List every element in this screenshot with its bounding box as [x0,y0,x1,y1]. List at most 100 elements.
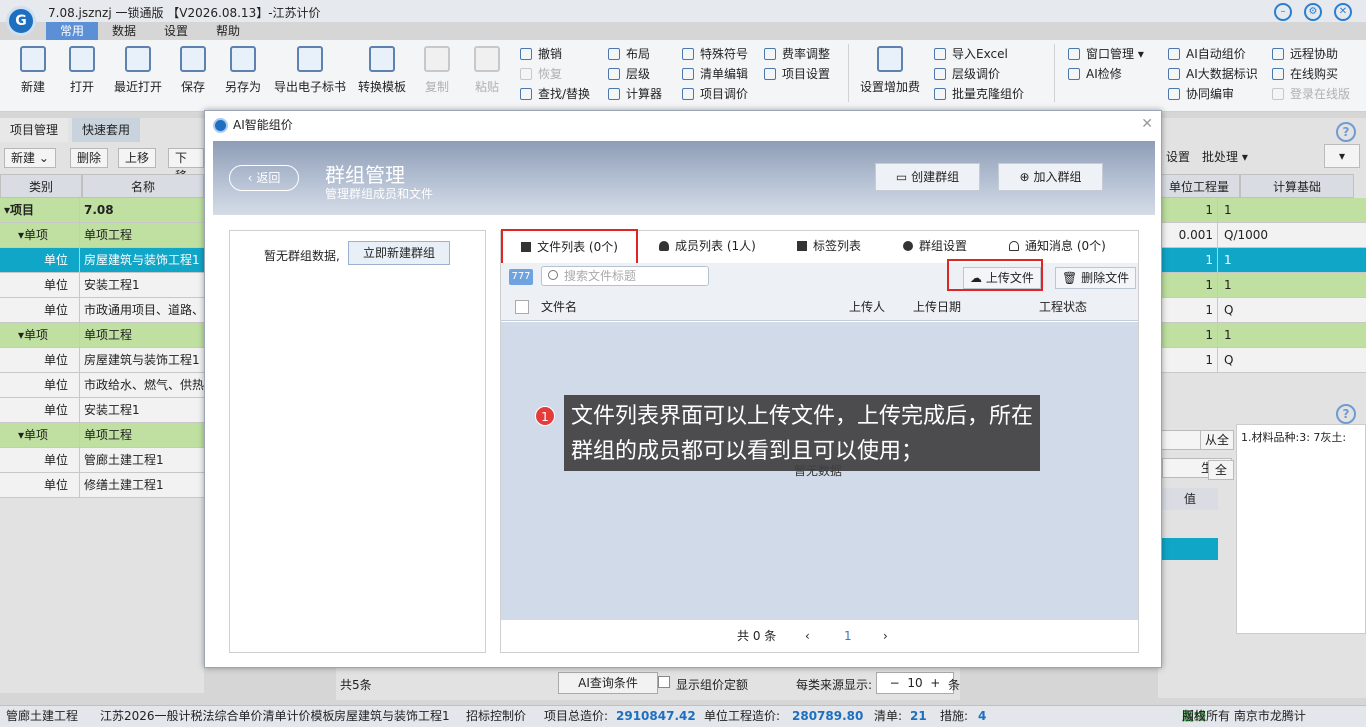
all-button[interactable]: 全 [1208,460,1234,480]
settings-link[interactable]: 设置 [1166,148,1190,165]
show-price-checkbox[interactable] [658,676,670,688]
pager-page-1[interactable]: 1 [844,620,852,652]
project-price-adjust-button[interactable]: 项目调价 [682,84,748,104]
ai-auto-price-button[interactable]: AI自动组价 [1168,44,1258,64]
table-row[interactable]: ▾单项 单项工程 [0,423,204,448]
delete-button[interactable]: 删除 [70,148,109,168]
ai-query-button[interactable]: AI查询条件 [558,672,658,694]
online-group: 远程协助 在线购买 登录在线版 [1272,44,1350,104]
file-list-header: 文件名 上传人 上传日期 工程状态 [501,293,1138,321]
from-all-button[interactable]: 从全 [1200,430,1234,450]
recent-button[interactable]: 最近打开 [110,46,166,95]
per-source-suffix: 条 [948,678,961,692]
table-row[interactable]: 11 [1158,198,1366,223]
table-row[interactable]: 单位 市政通用项目、道路、 [0,298,204,323]
table-row[interactable]: 单位 房屋建筑与装饰工程1 [0,248,204,273]
search-input[interactable]: 搜索文件标题 [541,266,709,286]
tab-bangzhu[interactable]: 帮助 [202,22,254,40]
tab-tag-list[interactable]: 标签列表 [797,231,861,261]
table-row[interactable]: 11 [1158,248,1366,273]
list-edit-button[interactable]: 清单编辑 [682,64,748,84]
new-button[interactable]: 新建 [9,46,57,95]
level-price-adjust-button[interactable]: 层级调价 [934,64,1024,84]
new-dropdown-button[interactable]: 新建 ⌄ [4,148,56,168]
table-row[interactable]: ▾单项 单项工程 [0,323,204,348]
tab-member-list[interactable]: 成员列表 (1人) [659,231,756,261]
batch-clone-button[interactable]: 批量克隆组价 [934,84,1024,104]
table-row[interactable]: 单位 安装工程1 [0,273,204,298]
dialog-close-icon[interactable]: ✕ [1141,116,1153,132]
calculator-button[interactable]: 计算器 [608,84,662,104]
redo-button[interactable]: 恢复 [520,64,590,84]
tab-group-settings[interactable]: 群组设置 [903,231,967,261]
pager-next-icon[interactable]: › [883,620,888,652]
convert-template-button[interactable]: 转换模板 [354,46,410,95]
set-extra-fee-button[interactable]: 设置增加费 [858,46,922,95]
app-logo-icon[interactable]: G [6,6,36,36]
open-button[interactable]: 打开 [58,46,106,95]
project-settings-button[interactable]: 项目设置 [764,64,830,84]
settings-icon[interactable]: ⚙ [1304,3,1322,21]
tab-notifications[interactable]: 通知消息 (0个) [1009,231,1106,261]
cloud-upload-icon: ☁ [970,271,982,285]
table-row[interactable]: 单位 管廊土建工程1 [0,448,204,473]
table-row[interactable]: ▾单项 单项工程 [0,223,204,248]
table-row[interactable]: ▾项目 7.08 [0,198,204,223]
copy-button[interactable]: 复制 [413,46,461,95]
special-symbol-button[interactable]: 特殊符号 [682,44,748,64]
tab-changyong[interactable]: 常用 [46,22,99,40]
batch-process-dropdown[interactable]: 批处理 ▾ [1202,148,1248,165]
save-as-button[interactable]: 另存为 [219,46,267,95]
delete-file-button[interactable]: 🗑 删除文件 [1055,267,1137,289]
level-button[interactable]: 层级 [608,64,662,84]
join-group-button[interactable]: ⊕ 加入群组 [998,163,1103,191]
help-icon[interactable]: ? [1336,122,1356,142]
create-group-button[interactable]: ▭ 创建群组 [875,163,980,191]
upload-file-button[interactable]: ☁ 上传文件 [963,267,1041,289]
export-bid-button[interactable]: 导出电子标书 [272,46,348,95]
online-purchase-button[interactable]: 在线购买 [1272,64,1350,84]
pager-prev-icon[interactable]: ‹ [805,620,810,652]
minimize-icon[interactable]: – [1274,3,1292,21]
find-replace-button[interactable]: 查找/替换 [520,84,590,104]
ai-check-button[interactable]: AI检修 [1068,64,1144,84]
table-row[interactable]: 11 [1158,273,1366,298]
tab-shezhi[interactable]: 设置 [150,22,202,40]
import-excel-button[interactable]: 导入Excel [934,44,1024,64]
close-icon[interactable]: ✕ [1334,3,1352,21]
table-row[interactable]: 1Q [1158,348,1366,373]
table-row[interactable]: 1Q [1158,298,1366,323]
collab-review-button[interactable]: 协同编审 [1168,84,1258,104]
description-textbox[interactable]: 1.材料品种:3: 7灰土: [1236,424,1366,634]
panel-dropdown-button[interactable]: ▾ [1324,144,1360,168]
paste-button[interactable]: 粘贴 [463,46,511,95]
tab-shuju[interactable]: 数据 [98,22,150,40]
remote-assist-button[interactable]: 远程协助 [1272,44,1350,64]
selected-value-cell[interactable] [1158,538,1218,560]
tab-project-manage[interactable]: 项目管理 [0,118,69,142]
table-row[interactable]: 11 [1158,323,1366,348]
login-online-button[interactable]: 登录在线版 [1272,84,1350,104]
move-down-button[interactable]: 下移 [168,148,204,183]
new-group-button[interactable]: 立即新建群组 [348,241,450,265]
table-row[interactable]: 单位 安装工程1 [0,398,204,423]
import-group: 导入Excel 层级调价 批量克隆组价 [934,44,1024,104]
tab-quick-apply[interactable]: 快速套用 [72,118,141,142]
help-icon[interactable]: ? [1336,404,1356,424]
status-list-label: 清单: [874,709,903,723]
table-row[interactable]: 单位 修缮土建工程1 [0,473,204,498]
table-row[interactable]: 单位 房屋建筑与装饰工程1 [0,348,204,373]
move-up-button[interactable]: 上移 [118,148,157,168]
save-button[interactable]: 保存 [169,46,217,95]
window-manage-button[interactable]: 窗口管理 ▾ [1068,44,1144,64]
table-row[interactable]: 单位 市政给水、燃气、供热 [0,373,204,398]
layout-button[interactable]: 布局 [608,44,662,64]
tab-file-list[interactable]: 文件列表 (0个) [501,229,638,265]
rate-adjust-button[interactable]: 费率调整 [764,44,830,64]
per-source-stepper[interactable]: − 10 + [876,672,954,694]
ai-bigdata-button[interactable]: AI大数据标识 [1168,64,1258,84]
back-button[interactable]: ‹ 返回 [229,165,299,191]
undo-button[interactable]: 撤销 [520,44,590,64]
select-all-checkbox[interactable] [515,300,529,314]
table-row[interactable]: 0.001 Q/1000 [1158,223,1366,248]
